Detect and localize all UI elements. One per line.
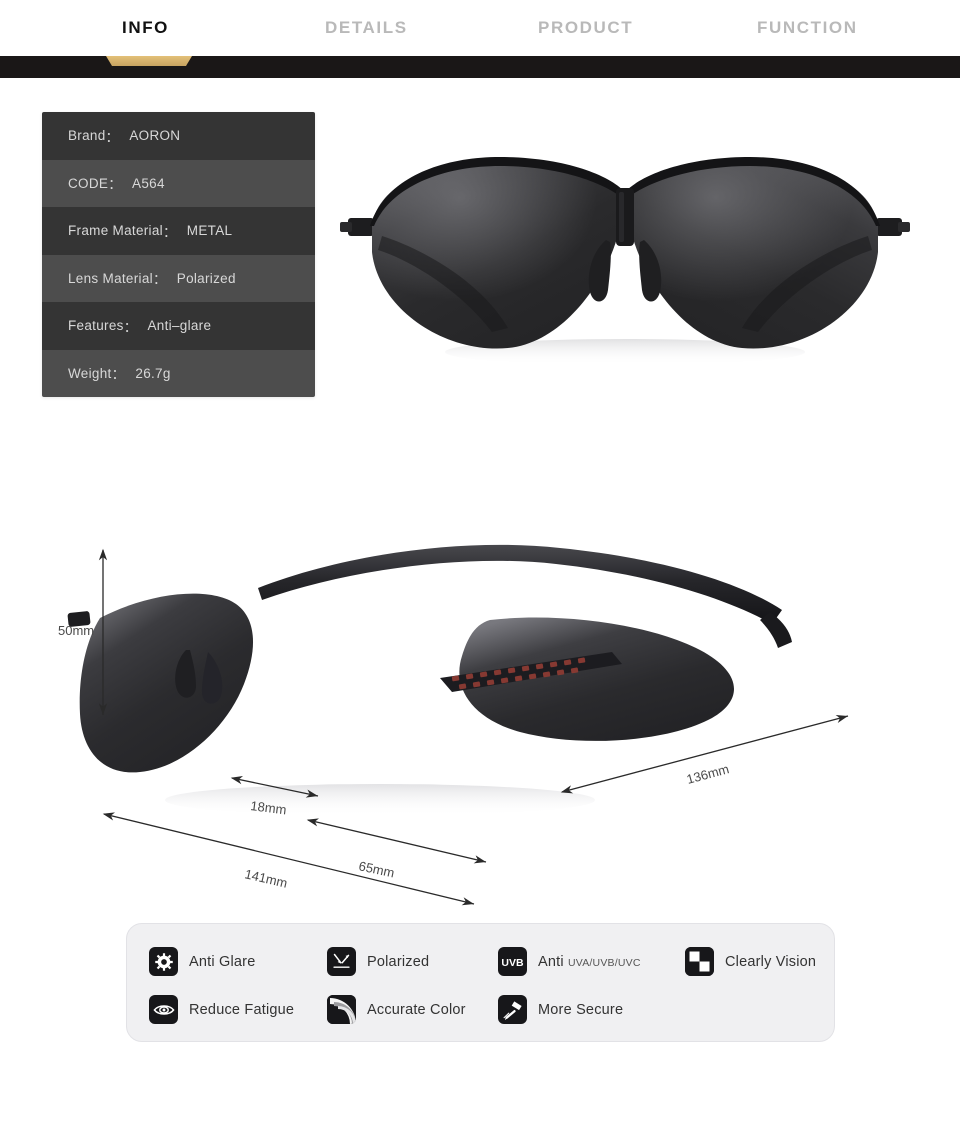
table-row: Features： Anti–glare — [42, 302, 315, 350]
nav-tab-list: INFO DETAILS PRODUCT FUNCTION — [0, 0, 960, 56]
tab-info[interactable]: INFO — [122, 18, 169, 38]
spec-value: A564 — [132, 175, 165, 191]
spec-colon: ： — [105, 129, 120, 145]
feature-polarized[interactable]: Polarized — [327, 947, 429, 976]
dimension-label-total-width: 141mm — [243, 866, 289, 890]
feature-label: Accurate Color — [367, 1001, 466, 1018]
feature-reduce-fatigue[interactable]: Reduce Fatigue — [149, 995, 294, 1024]
dimension-line-lens-width — [306, 818, 487, 864]
table-row: Brand： AORON — [42, 112, 315, 160]
table-row: Lens Material： Polarized — [42, 254, 315, 302]
feature-label: Clearly Vision — [725, 953, 817, 970]
uvb-badge-icon: UVB — [498, 947, 527, 976]
specification-table: Brand： AORON CODE： A564 Frame Material： MET… — [42, 112, 315, 397]
spec-value: 26.7g — [135, 365, 171, 381]
tab-product[interactable]: PRODUCT — [538, 18, 633, 38]
feature-anti-uv[interactable]: UVB Anti UVA/UVB/UVC — [498, 947, 641, 976]
tab-details[interactable]: DETAILS — [325, 18, 408, 38]
checkerboard-icon — [685, 947, 714, 976]
spec-value: Polarized — [176, 270, 236, 286]
spec-label: Brand — [68, 128, 106, 144]
feature-label: Polarized — [367, 953, 430, 970]
spec-label: Weight — [68, 365, 112, 381]
tab-function[interactable]: FUNCTION — [757, 18, 858, 38]
dimension-label-temple-length: 136mm — [685, 761, 731, 787]
feature-accurate-color[interactable]: Accurate Color — [327, 995, 466, 1024]
spec-value: Anti–glare — [147, 318, 212, 334]
dimension-label-height: 50mm — [58, 623, 94, 638]
spec-colon: ： — [111, 367, 126, 383]
dimension-diagram-svg: 50mm 18mm 65mm 141mm 136mm — [58, 544, 849, 906]
feature-more-secure[interactable]: More Secure — [498, 995, 623, 1024]
sunglasses-front-svg — [340, 157, 910, 365]
table-row: CODE： A564 — [42, 159, 315, 207]
feature-label: Anti UVA/UVB/UVC — [538, 954, 641, 970]
features-panel: Anti Glare Polarized UVB Anti UVA/UVB/UV… — [126, 923, 835, 1042]
spec-label: Lens Material — [68, 270, 153, 286]
dimension-line-total-width — [102, 812, 475, 906]
spec-value: METAL — [186, 223, 233, 239]
spec-label: Frame Material — [68, 223, 163, 239]
dimension-label-bridge: 18mm — [250, 798, 288, 817]
table-row: Frame Material： METAL — [42, 207, 315, 255]
dimension-diagram: 50mm 18mm 65mm 141mm 136mm — [0, 500, 960, 920]
feature-label: More Secure — [538, 1001, 624, 1018]
spec-colon: ： — [162, 224, 177, 240]
hammer-icon — [498, 995, 527, 1024]
features-grid: Anti Glare Polarized UVB Anti UVA/UVB/UV… — [127, 924, 834, 1041]
spec-colon: ： — [108, 177, 123, 193]
table-row: Weight： 26.7g — [42, 349, 315, 397]
active-tab-marker — [106, 56, 192, 66]
product-detail-page: INFO DETAILS PRODUCT FUNCTION Brand： AORO… — [0, 0, 960, 1130]
feature-anti-glare[interactable]: Anti Glare — [149, 947, 255, 976]
spec-colon: ： — [123, 319, 138, 335]
spec-label: Features — [68, 318, 124, 334]
feature-label: Anti Glare — [189, 953, 256, 970]
feature-label: Reduce Fatigue — [189, 1001, 295, 1018]
product-image-front — [340, 140, 910, 390]
uvb-badge-text: UVB — [501, 957, 524, 969]
spec-value: AORON — [129, 128, 181, 144]
reflection-arrows-icon — [327, 947, 356, 976]
top-navigation: INFO DETAILS PRODUCT FUNCTION — [0, 0, 960, 56]
feature-clearly-vision[interactable]: Clearly Vision — [685, 947, 816, 976]
spec-label: CODE — [68, 175, 109, 191]
spec-colon: ： — [152, 272, 167, 288]
eye-icon — [149, 995, 178, 1024]
feature-label-sub: UVA/UVB/UVC — [568, 956, 641, 969]
color-arc-icon — [327, 995, 356, 1024]
feature-label-main: Anti — [538, 953, 569, 970]
sun-icon — [149, 947, 178, 976]
